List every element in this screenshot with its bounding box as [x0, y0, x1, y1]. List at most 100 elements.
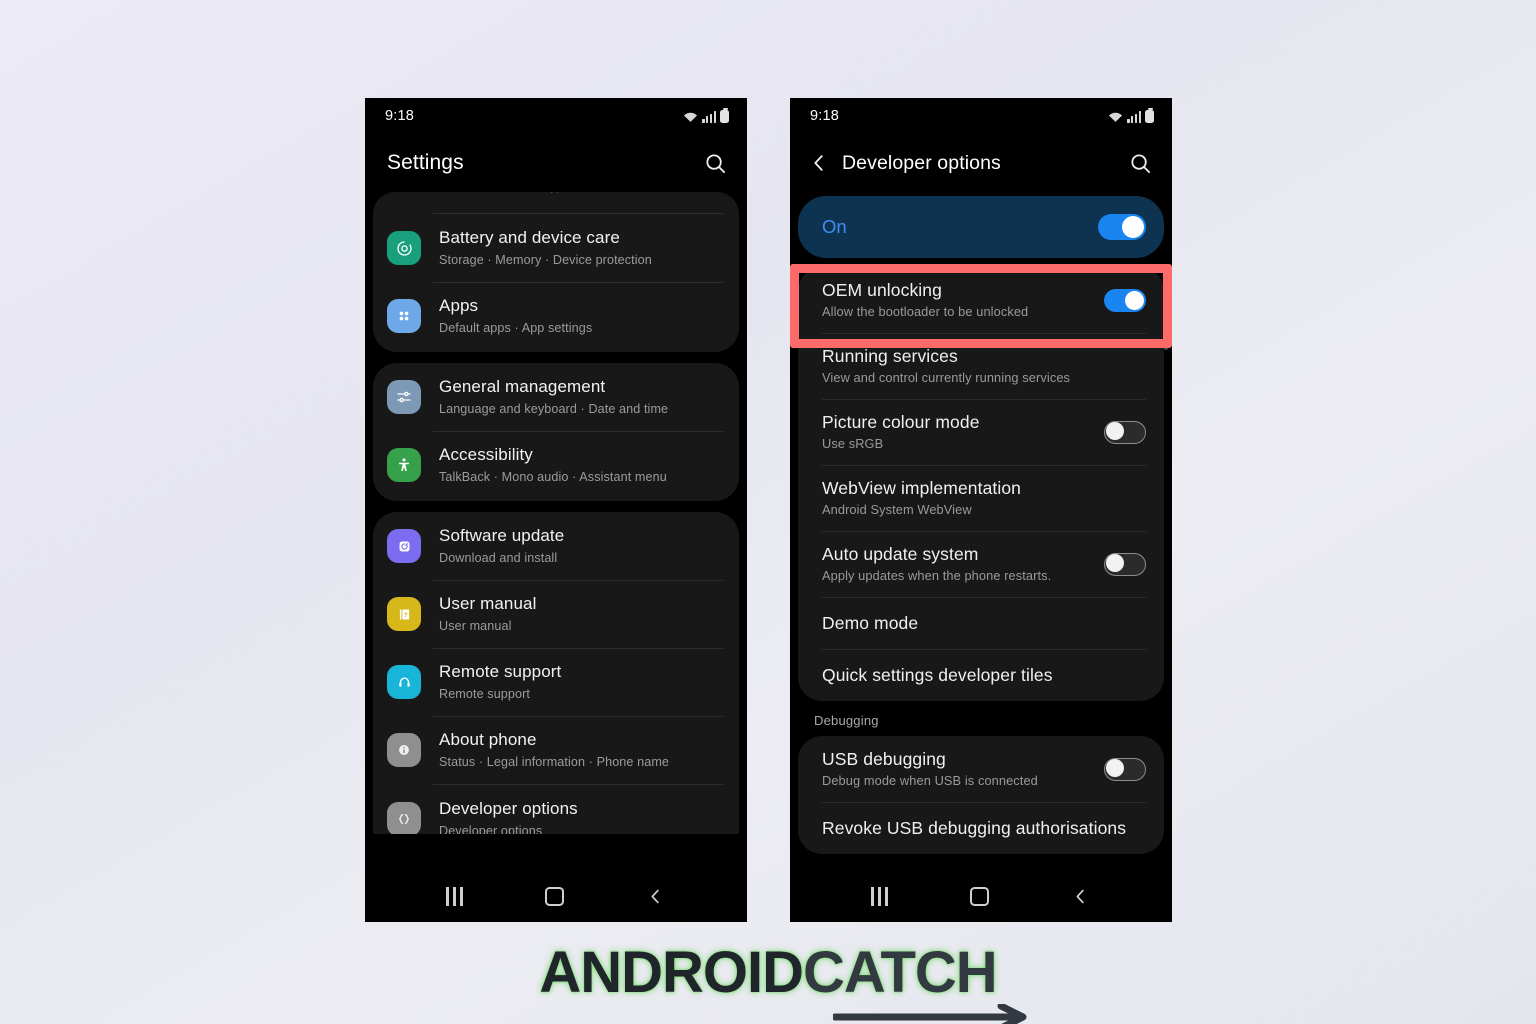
- row-text: Accessibility TalkBack · Mono audio · As…: [439, 444, 723, 485]
- developer-options-master-switch[interactable]: On: [798, 196, 1164, 258]
- row-text: Developer options Developer options: [439, 798, 723, 834]
- row-title: General management: [439, 377, 606, 397]
- user-manual-icon: ?: [387, 597, 421, 631]
- sidebar-item-software-update[interactable]: Software update Download and install: [373, 512, 739, 580]
- row-title: User manual: [439, 594, 537, 614]
- back-icon[interactable]: [646, 886, 666, 906]
- signal-icon: [1127, 111, 1141, 123]
- option-row-usb-debugging[interactable]: USB debugging Debug mode when USB is con…: [798, 736, 1164, 802]
- picture-colour-mode-toggle[interactable]: [1104, 420, 1146, 444]
- sidebar-item-developer-options[interactable]: Developer options Developer options: [373, 784, 739, 834]
- watermark-part-catch: CATCH: [803, 940, 998, 1005]
- option-row-auto-update-system[interactable]: Auto update system Apply updates when th…: [798, 531, 1164, 597]
- row-text: Apps Default apps · App settings: [439, 295, 723, 336]
- row-title: Battery and device care: [439, 228, 620, 248]
- option-row-oem-unlocking[interactable]: OEM unlocking Allow the bootloader to be…: [798, 267, 1164, 333]
- sidebar-item-remote-support[interactable]: Remote support Remote support: [373, 648, 739, 716]
- scrollbar-thumb[interactable]: [1164, 278, 1168, 350]
- row-title: Quick settings developer tiles: [822, 664, 1053, 685]
- row-text: USB debugging Debug mode when USB is con…: [822, 748, 1090, 790]
- row-title: Software update: [439, 526, 565, 546]
- status-bar: 9:18: [365, 98, 747, 134]
- section-header-debugging: Debugging: [790, 701, 1172, 737]
- sliders-icon: [387, 380, 421, 414]
- row-text: Picture colour mode Use sRGB: [822, 411, 1090, 453]
- developer-options-scroll-area[interactable]: On OEM unlocking Allow the bootloader to…: [790, 192, 1172, 864]
- navigation-bar: [790, 870, 1172, 922]
- row-title: Apps: [439, 296, 479, 316]
- row-title: WebView implementation: [822, 478, 1022, 499]
- sidebar-item-about-phone[interactable]: About phone Status · Legal information ·…: [373, 716, 739, 784]
- sidebar-item-user-manual[interactable]: ? User manual User manual: [373, 580, 739, 648]
- option-row-running-services[interactable]: Running services View and control curren…: [798, 333, 1164, 399]
- row-text: Running services View and control curren…: [822, 345, 1146, 387]
- row-title: OEM unlocking: [822, 280, 942, 300]
- wifi-icon: [684, 112, 698, 122]
- usb-debugging-toggle[interactable]: [1104, 757, 1146, 781]
- row-text: Remote support Remote support: [439, 661, 723, 702]
- row-title: Remote support: [439, 662, 562, 682]
- phone-screenshot-developer-options: 9:18 Developer options On OEM unlocking …: [790, 98, 1172, 922]
- back-chevron-icon[interactable]: [806, 150, 832, 176]
- accessibility-icon: [387, 448, 421, 482]
- option-row-picture-colour-mode[interactable]: Picture colour mode Use sRGB: [798, 399, 1164, 465]
- row-text: Software update Download and install: [439, 525, 723, 566]
- status-time: 9:18: [385, 108, 415, 124]
- app-bar: Developer options: [790, 134, 1172, 192]
- settings-group: General management Language and keyboard…: [373, 363, 739, 501]
- row-text: User manual User manual: [439, 593, 723, 634]
- watermark-logo: ANDROID CATCH: [0, 944, 1536, 1024]
- watermark-text: ANDROID CATCH: [539, 940, 998, 1005]
- row-text: OEM unlocking Allow the bootloader to be…: [822, 279, 1090, 321]
- row-subtitle: Download and install: [439, 551, 558, 566]
- watermark-part-android: ANDROID: [539, 940, 804, 1005]
- search-icon[interactable]: [701, 149, 729, 177]
- sidebar-item-accessibility[interactable]: Accessibility TalkBack · Mono audio · As…: [373, 431, 739, 499]
- settings-group: Battery and device care Storage · Memory…: [373, 214, 739, 352]
- sidebar-item-general-management[interactable]: General management Language and keyboard…: [373, 363, 739, 431]
- settings-scroll-area[interactable]: .. Battery and device care Storage · Mem…: [365, 192, 747, 834]
- oem-unlocking-toggle[interactable]: [1104, 288, 1146, 312]
- page-title: Settings: [387, 151, 464, 174]
- home-icon[interactable]: [544, 886, 564, 906]
- battery-icon: [720, 107, 729, 123]
- recents-icon[interactable]: [871, 886, 888, 906]
- row-subtitle: Status · Legal information · Phone name: [439, 755, 670, 770]
- sidebar-item-apps[interactable]: Apps Default apps · App settings: [373, 282, 739, 350]
- home-icon[interactable]: [969, 886, 989, 906]
- option-row-revoke-usb-debugging-authorisations[interactable]: Revoke USB debugging authorisations: [798, 802, 1164, 854]
- row-text: Battery and device care Storage · Memory…: [439, 227, 723, 268]
- row-subtitle: Language and keyboard · Date and time: [439, 402, 669, 417]
- option-row-webview-implementation[interactable]: WebView implementation Android System We…: [798, 465, 1164, 531]
- row-text: General management Language and keyboard…: [439, 376, 723, 417]
- row-subtitle: Developer options: [439, 824, 543, 834]
- master-switch-toggle[interactable]: [1098, 214, 1146, 240]
- row-text: About phone Status · Legal information ·…: [439, 729, 723, 770]
- software-update-icon: [387, 529, 421, 563]
- row-text: Auto update system Apply updates when th…: [822, 543, 1090, 585]
- search-icon[interactable]: [1126, 149, 1154, 177]
- status-icons: [1108, 107, 1154, 123]
- headset-icon: [387, 665, 421, 699]
- row-subtitle: Storage · Memory · Device protection: [439, 253, 652, 268]
- phone-screenshot-settings: 9:18 Settings ..: [365, 98, 747, 922]
- row-text: Demo mode: [822, 612, 1146, 634]
- option-row-demo-mode[interactable]: Demo mode: [798, 597, 1164, 649]
- row-subtitle: Use sRGB: [822, 436, 884, 452]
- arrow-right-icon: [833, 1004, 1027, 1024]
- row-text: Revoke USB debugging authorisations: [822, 817, 1146, 839]
- row-subtitle: Debug mode when USB is connected: [822, 773, 1038, 789]
- row-subtitle: TalkBack · Mono audio · Assistant menu: [439, 470, 667, 485]
- row-text: Quick settings developer tiles: [822, 664, 1146, 686]
- settings-group: Software update Download and install ? U…: [373, 512, 739, 834]
- recents-icon[interactable]: [446, 886, 463, 906]
- auto-update-system-toggle[interactable]: [1104, 552, 1146, 576]
- signal-icon: [702, 111, 716, 123]
- row-subtitle: Android System WebView: [822, 502, 972, 518]
- option-row-quick-settings-developer-tiles[interactable]: Quick settings developer tiles: [798, 649, 1164, 701]
- row-title: Auto update system: [822, 544, 979, 565]
- status-icons: [683, 107, 729, 123]
- sidebar-item-battery-and-device-care[interactable]: Battery and device care Storage · Memory…: [373, 214, 739, 282]
- back-icon[interactable]: [1071, 886, 1091, 906]
- row-subtitle: Remote support: [439, 687, 531, 702]
